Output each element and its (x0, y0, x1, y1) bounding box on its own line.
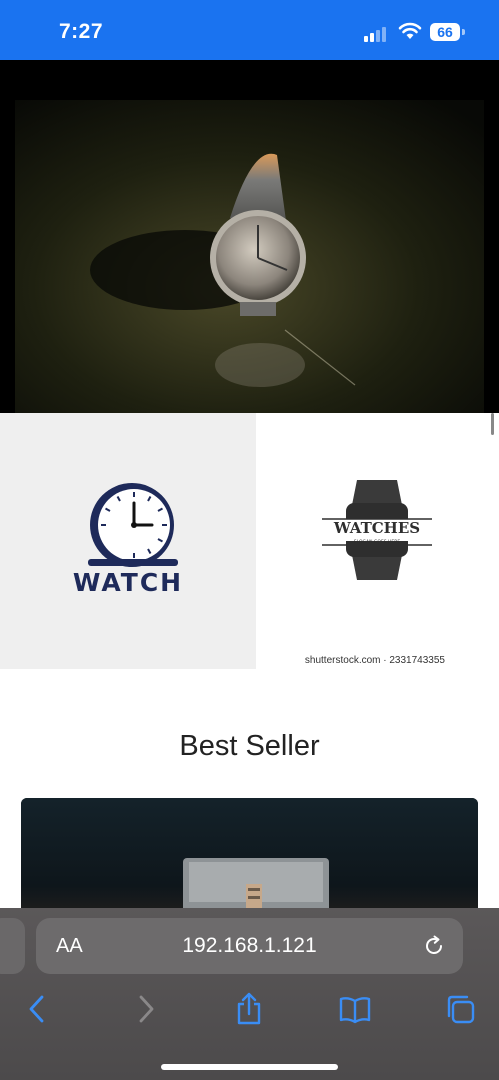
watches-logo-slogan: SLOGAN GOES HERE (354, 539, 401, 545)
home-indicator[interactable] (161, 1064, 338, 1070)
forward-icon[interactable] (128, 992, 162, 1026)
scroll-indicator[interactable] (491, 413, 494, 435)
image-credit: shutterstock.com · 2331743355 (304, 655, 445, 666)
url-text: 192.168.1.121 (182, 934, 317, 957)
back-icon[interactable] (21, 992, 55, 1026)
previous-tab-stub[interactable] (0, 918, 25, 974)
bookmarks-icon[interactable] (338, 992, 372, 1026)
best-seller-heading: Best Seller (179, 730, 320, 762)
watch-emblem-icon: WATCHES SLOGAN GOES HERE (322, 480, 432, 580)
status-time: 7:27 (59, 20, 104, 43)
reload-icon[interactable] (422, 934, 446, 958)
watches-logo-title: WATCHES (333, 519, 420, 537)
browser-toolbar: AA 192.168.1.121 (0, 908, 499, 1080)
cellular-signal-icon (364, 26, 390, 42)
tabs-icon[interactable] (443, 992, 477, 1026)
wristwatch-photo (15, 100, 484, 413)
watches-logo-image: WATCHES SLOGAN GOES HERE shutterstock.co… (256, 413, 499, 669)
battery-tip (462, 29, 465, 35)
hero-banner (0, 60, 499, 413)
wifi-icon (398, 22, 422, 39)
status-bar: 7:27 66 (0, 0, 499, 60)
share-icon[interactable] (232, 992, 266, 1026)
battery-level: 66 (430, 23, 460, 41)
address-bar[interactable]: AA 192.168.1.121 (36, 918, 463, 974)
clock-icon (88, 483, 178, 567)
watch-logo-image: WATCH (0, 413, 256, 669)
watch-logo-text: WATCH (72, 568, 184, 597)
